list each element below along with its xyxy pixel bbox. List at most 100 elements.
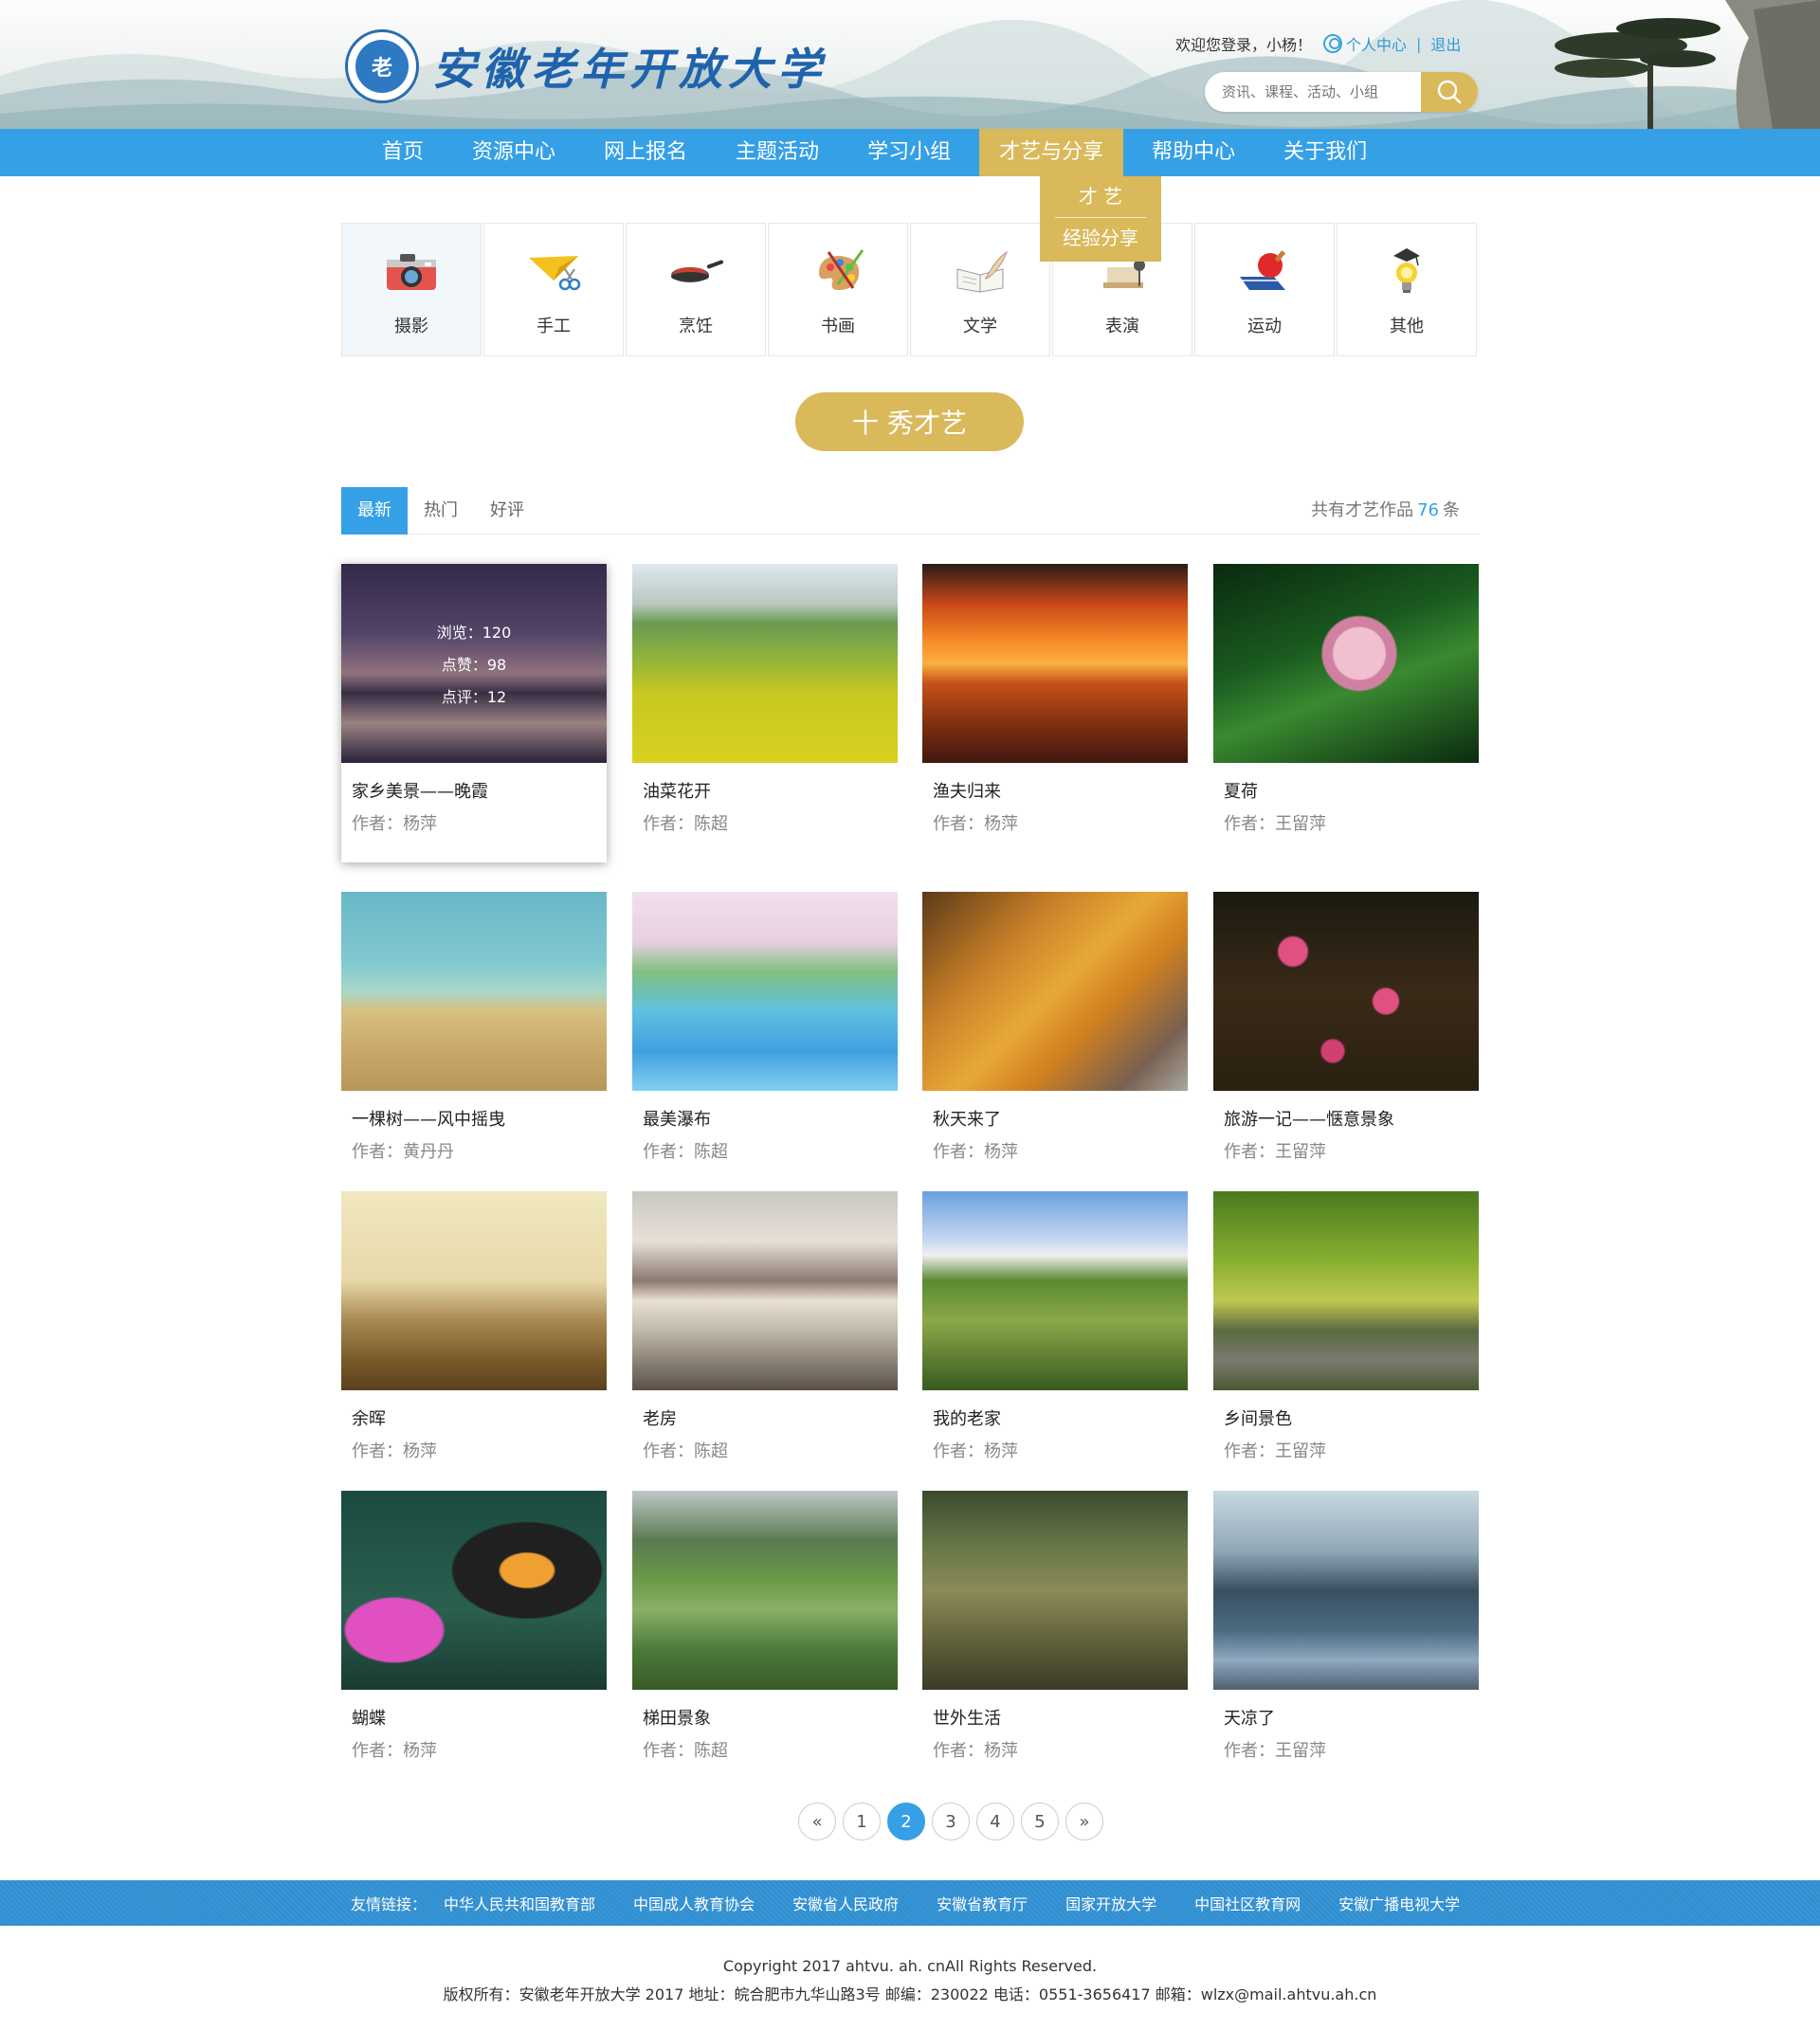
category-painting[interactable]: 书画	[768, 223, 908, 356]
work-card[interactable]: 渔夫归来 作者：杨萍	[922, 564, 1188, 835]
work-thumbnail[interactable]	[922, 1191, 1188, 1390]
work-title[interactable]: 梯田景象	[632, 1705, 898, 1730]
work-title[interactable]: 蝴蝶	[341, 1705, 607, 1730]
work-title[interactable]: 天凉了	[1213, 1705, 1479, 1730]
page-button[interactable]: 1	[843, 1803, 881, 1840]
nav-item-talent-share[interactable]: 才艺与分享	[979, 129, 1124, 176]
friend-link[interactable]: 国家开放大学	[1065, 1892, 1156, 1914]
search-button[interactable]	[1421, 72, 1478, 112]
work-thumbnail[interactable]	[922, 564, 1188, 763]
work-author: 作者：陈超	[643, 814, 728, 834]
work-card[interactable]: 世外生活 作者：杨萍	[922, 1491, 1188, 1762]
category-photography[interactable]: 摄影	[341, 223, 482, 356]
work-card[interactable]: 乡间景色 作者：王留萍	[1213, 1191, 1479, 1462]
work-thumbnail[interactable]	[922, 1491, 1188, 1690]
page-button[interactable]: 5	[1021, 1803, 1059, 1840]
work-title[interactable]: 旅游一记——惬意景象	[1213, 1106, 1479, 1131]
category-sports[interactable]: 运动	[1194, 223, 1335, 356]
work-stat-comments: 点评：12	[441, 688, 507, 706]
work-thumbnail[interactable]	[632, 892, 898, 1091]
work-thumbnail[interactable]: 浏览：120 点赞：98 点评：12	[341, 564, 607, 763]
work-title[interactable]: 油菜花开	[632, 778, 898, 803]
work-thumbnail[interactable]	[922, 892, 1188, 1091]
work-title[interactable]: 秋天来了	[922, 1106, 1188, 1131]
category-label: 文学	[963, 317, 997, 336]
work-title[interactable]: 老房	[632, 1405, 898, 1430]
logout-link[interactable]: 退出	[1430, 32, 1461, 55]
work-card[interactable]: 夏荷作者：王留萍	[1213, 564, 1479, 835]
frying-pan-icon	[667, 246, 724, 296]
category-bar: 摄影 手工 烹饪 书画 文学 表演 运动 其他	[341, 223, 1479, 356]
prev-page-button[interactable]: «	[798, 1803, 836, 1840]
works-count-prefix: 共有才艺作品	[1311, 500, 1414, 520]
book-quill-icon	[952, 246, 1009, 296]
work-title[interactable]: 余晖	[341, 1405, 607, 1430]
nav-item-help[interactable]: 帮助中心	[1132, 129, 1255, 176]
friend-link[interactable]: 中华人民共和国教育部	[444, 1892, 595, 1914]
work-title[interactable]: 世外生活	[922, 1705, 1188, 1730]
work-title[interactable]: 最美瀑布	[632, 1106, 898, 1131]
work-card[interactable]: 老房 作者：陈超	[632, 1191, 898, 1462]
site-logo[interactable]: 老 安徽老年开放大学	[345, 28, 827, 104]
work-title[interactable]: 乡间景色	[1213, 1405, 1479, 1430]
category-literature[interactable]: 文学	[910, 223, 1050, 356]
friend-link[interactable]: 中国成人教育协会	[633, 1892, 755, 1914]
page-button[interactable]: 4	[976, 1803, 1014, 1840]
work-thumbnail[interactable]	[1213, 564, 1479, 763]
work-thumbnail[interactable]	[341, 1491, 607, 1690]
nav-item-home[interactable]: 首页	[362, 129, 444, 176]
work-card[interactable]: 天凉了 作者：王留萍	[1213, 1491, 1479, 1762]
work-card[interactable]: 梯田景象 作者：陈超	[632, 1491, 898, 1762]
friend-link[interactable]: 中国社区教育网	[1194, 1892, 1301, 1914]
work-author: 作者：杨萍	[352, 1441, 437, 1461]
nav-item-activities[interactable]: 主题活动	[716, 129, 839, 176]
work-card[interactable]: 秋天来了 作者：杨萍	[922, 892, 1188, 1163]
category-handcraft[interactable]: 手工	[483, 223, 624, 356]
work-stat-likes: 点赞：98	[441, 656, 507, 674]
work-card[interactable]: 浏览：120 点赞：98 点评：12 家乡美景——晚霞 作者：杨萍	[341, 564, 607, 862]
work-thumbnail[interactable]	[1213, 1491, 1479, 1690]
work-thumbnail[interactable]	[632, 564, 898, 763]
pagination: «1 2 3 4 5»	[798, 1803, 1110, 1840]
nav-item-about[interactable]: 关于我们	[1264, 129, 1387, 176]
work-thumbnail[interactable]	[1213, 892, 1479, 1091]
work-title[interactable]: 渔夫归来	[922, 778, 1188, 803]
work-title[interactable]: 我的老家	[922, 1405, 1188, 1430]
dropdown-item-experience[interactable]: 经验分享	[1040, 218, 1161, 259]
work-title[interactable]: 家乡美景——晚霞	[341, 778, 607, 803]
tab-hot[interactable]: 热门	[408, 487, 474, 535]
work-card[interactable]: 余晖作者：杨萍	[341, 1191, 607, 1462]
page-button[interactable]: 3	[932, 1803, 970, 1840]
page-button[interactable]: 2	[887, 1803, 925, 1840]
work-title[interactable]: 夏荷	[1213, 778, 1479, 803]
nav-item-enroll[interactable]: 网上报名	[584, 129, 707, 176]
friend-link[interactable]: 安徽省教育厅	[937, 1892, 1028, 1914]
work-author: 作者：陈超	[643, 1142, 728, 1162]
user-center-link[interactable]: 个人中心	[1323, 32, 1407, 55]
work-card[interactable]: 旅游一记——惬意景象 作者：王留萍	[1213, 892, 1479, 1163]
category-cooking[interactable]: 烹饪	[626, 223, 766, 356]
work-card[interactable]: 我的老家 作者：杨萍	[922, 1191, 1188, 1462]
dropdown-item-talent[interactable]: 才 艺	[1040, 176, 1161, 217]
friend-link[interactable]: 安徽省人民政府	[792, 1892, 899, 1914]
work-card[interactable]: 最美瀑布作者：陈超	[632, 892, 898, 1163]
category-other[interactable]: 其他	[1337, 223, 1477, 356]
next-page-button[interactable]: »	[1065, 1803, 1103, 1840]
work-thumbnail[interactable]	[632, 1191, 898, 1390]
work-card[interactable]: 蝴蝶 作者：杨萍	[341, 1491, 607, 1762]
work-card[interactable]: 油菜花开作者：陈超	[632, 564, 898, 835]
nav-item-resources[interactable]: 资源中心	[452, 129, 575, 176]
tab-top-rated[interactable]: 好评	[474, 487, 540, 535]
work-thumbnail[interactable]	[632, 1491, 898, 1690]
work-card[interactable]: 一棵树——风中摇曳 作者：黄丹丹	[341, 892, 607, 1163]
work-title[interactable]: 一棵树——风中摇曳	[341, 1106, 607, 1131]
show-talent-button[interactable]: 十 秀才艺	[795, 392, 1024, 451]
friend-link[interactable]: 安徽广播电视大学	[1338, 1892, 1460, 1914]
nav-item-study-groups[interactable]: 学习小组	[847, 129, 971, 176]
search-input[interactable]	[1205, 72, 1421, 112]
work-thumbnail[interactable]	[1213, 1191, 1479, 1390]
work-thumbnail[interactable]	[341, 1191, 607, 1390]
tab-latest[interactable]: 最新	[341, 487, 408, 535]
work-author: 作者：王留萍	[1224, 814, 1326, 834]
work-thumbnail[interactable]	[341, 892, 607, 1091]
